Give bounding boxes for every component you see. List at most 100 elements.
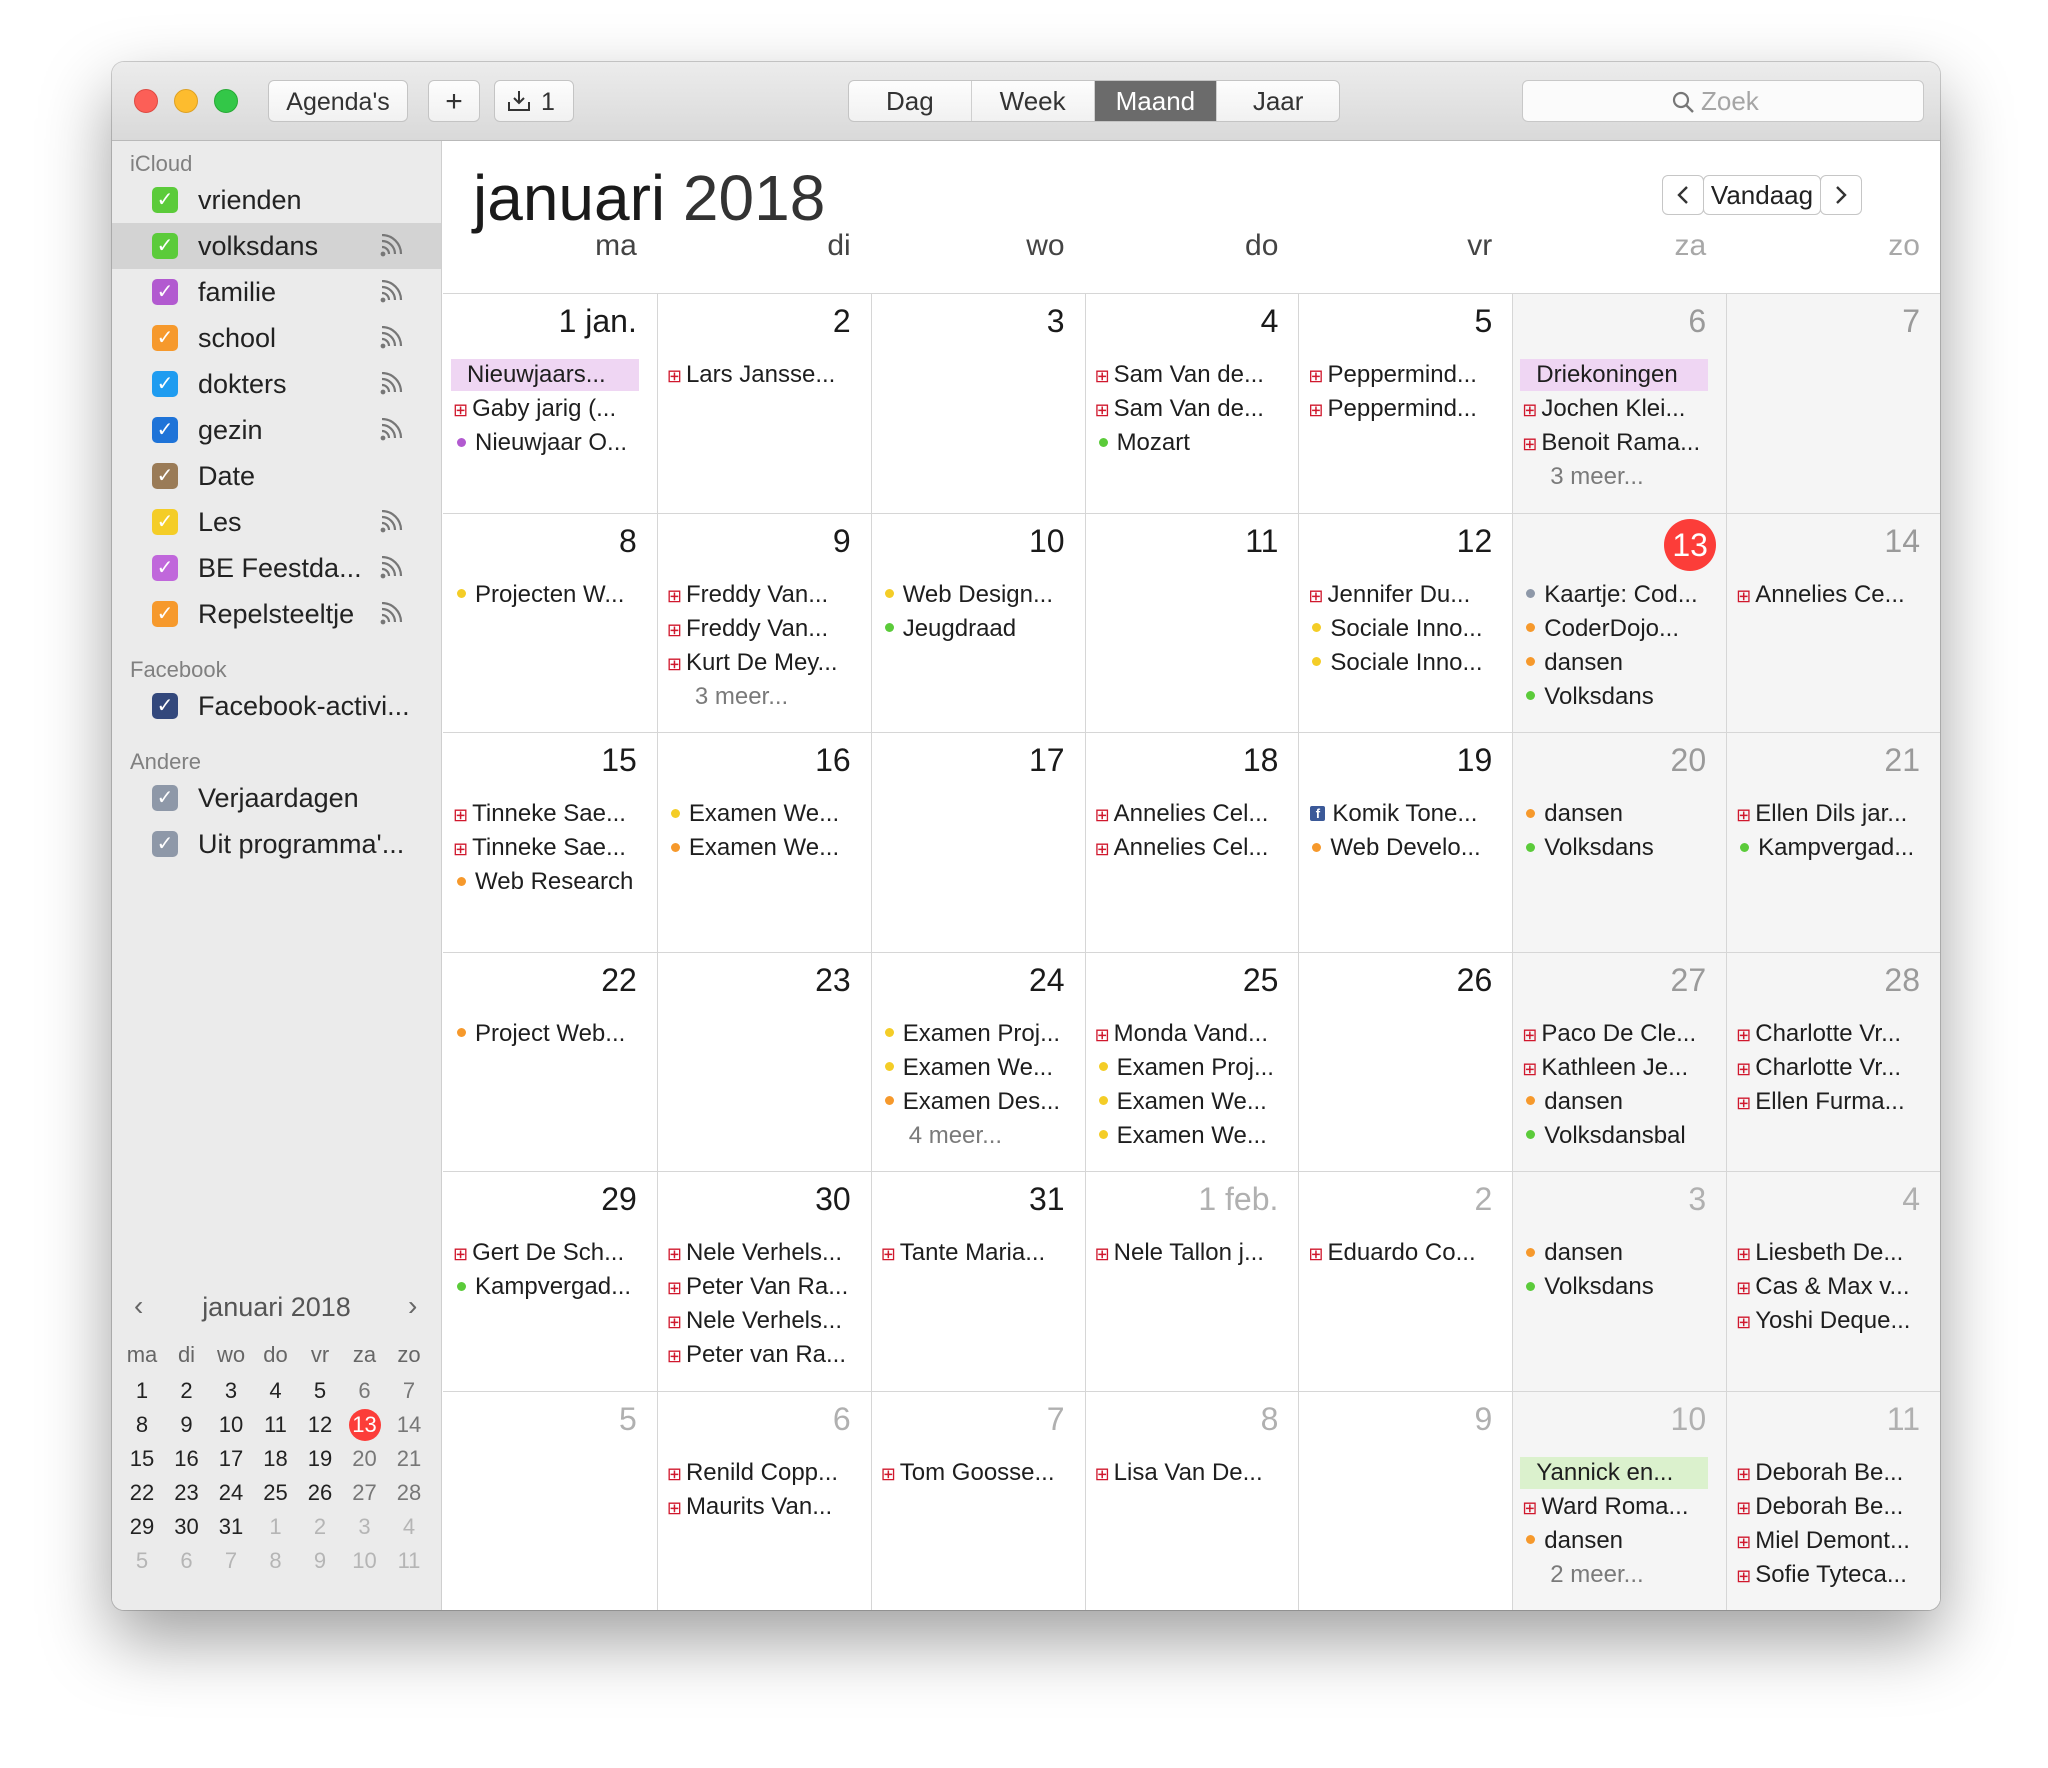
event-item[interactable]: ⊞ Sam Van de... [1095, 359, 1289, 391]
checkbox[interactable]: ✓ [152, 785, 178, 811]
mini-day[interactable]: 5 [120, 1546, 164, 1576]
close-button[interactable] [134, 89, 158, 113]
event-item[interactable]: ⊞ Lisa Van De... [1095, 1457, 1289, 1489]
event-item[interactable]: ⊞ Tante Maria... [881, 1237, 1075, 1269]
mini-day[interactable]: 19 [298, 1444, 342, 1474]
event-item[interactable]: Examen Proj... [1095, 1052, 1289, 1084]
mini-day[interactable]: 7 [209, 1546, 253, 1576]
event-item[interactable]: ⊞ Annelies Ce... [1736, 579, 1930, 611]
event-item[interactable]: ⊞ Sam Van de... [1095, 393, 1289, 425]
event-item[interactable]: dansen [1522, 647, 1716, 679]
day-cell[interactable]: 5 ⊞ Peppermind... ⊞ Peppermind... [1298, 293, 1512, 513]
event-item[interactable]: ⊞ Kurt De Mey... [667, 647, 861, 679]
event-item[interactable]: ⊞ Annelies Cel... [1095, 832, 1289, 864]
event-item[interactable]: ⊞ Eduardo Co... [1308, 1237, 1502, 1269]
event-item[interactable]: ⊞ Freddy Van... [667, 579, 861, 611]
zoom-button[interactable] [214, 89, 238, 113]
event-item[interactable]: ⊞ Nele Verhels... [667, 1305, 861, 1337]
day-cell[interactable]: 9 ⊞ Freddy Van... ⊞ Freddy Van... ⊞ Kurt De Me… [657, 513, 871, 733]
day-cell[interactable]: 19 f Komik Tone... Web Develo... [1298, 732, 1512, 952]
day-cell[interactable]: 21 ⊞ Ellen Dils jar... Kampvergad... [1726, 732, 1940, 952]
day-cell[interactable]: 26 [1298, 952, 1512, 1172]
event-item[interactable]: ⊞ Annelies Cel... [1095, 798, 1289, 830]
mini-day[interactable]: 14 [387, 1410, 431, 1440]
mini-day[interactable]: 15 [120, 1444, 164, 1474]
calendar-item[interactable]: ✓ school [112, 315, 441, 361]
checkbox[interactable]: ✓ [152, 233, 178, 259]
more-events-link[interactable]: 4 meer... [881, 1120, 1075, 1152]
event-item[interactable]: ⊞ Charlotte Vr... [1736, 1018, 1930, 1050]
mini-day[interactable]: 4 [387, 1512, 431, 1542]
day-cell[interactable]: 1 feb. ⊞ Nele Tallon j... [1085, 1171, 1299, 1391]
day-cell[interactable]: 28 ⊞ Charlotte Vr... ⊞ Charlotte Vr... ⊞ Ellen… [1726, 951, 1940, 1171]
event-item[interactable]: ⊞ Cas & Max v... [1736, 1271, 1930, 1303]
event-item[interactable]: ⊞ Yoshi Deque... [1736, 1305, 1930, 1337]
more-events-link[interactable]: 3 meer... [667, 681, 861, 713]
day-cell[interactable]: 13 Kaartje: Cod... CoderDojo... dansen Volks… [1512, 512, 1727, 732]
day-cell[interactable]: 4 ⊞ Liesbeth De... ⊞ Cas & Max v... ⊞ Yoshi De… [1726, 1171, 1940, 1391]
calendar-item[interactable]: ✓ Verjaardagen [112, 775, 441, 821]
checkbox[interactable]: ✓ [152, 325, 178, 351]
calendar-item[interactable]: ✓ Repelsteeltje [112, 591, 441, 637]
event-item[interactable]: Sociale Inno... [1308, 647, 1502, 679]
mini-day[interactable]: 8 [254, 1546, 298, 1576]
event-item[interactable]: Yannick en... [1520, 1456, 1709, 1489]
day-cell[interactable]: 17 [871, 732, 1085, 952]
mini-day[interactable]: 16 [165, 1444, 209, 1474]
mini-next-month-button[interactable]: › [408, 1290, 417, 1322]
day-cell[interactable]: 10 Yannick en... ⊞ Ward Roma... dansen 2 meer… [1512, 1390, 1727, 1610]
event-item[interactable]: ⊞ Peppermind... [1308, 359, 1502, 391]
day-cell[interactable]: 22 Project Web... [443, 952, 657, 1172]
checkbox[interactable]: ✓ [152, 371, 178, 397]
view-tab-maand[interactable]: Maand [1093, 81, 1217, 121]
event-item[interactable]: Examen We... [881, 1052, 1075, 1084]
day-cell[interactable]: 30 ⊞ Nele Verhels... ⊞ Peter Van Ra... ⊞ Nele … [657, 1171, 871, 1391]
event-item[interactable]: Projecten W... [453, 579, 647, 611]
mini-day[interactable]: 5 [298, 1376, 342, 1406]
mini-day[interactable]: 13 [348, 1409, 381, 1441]
day-cell[interactable]: 31 ⊞ Tante Maria... [871, 1171, 1085, 1391]
mini-day[interactable]: 10 [209, 1410, 253, 1440]
event-item[interactable]: Kaartje: Cod... [1522, 579, 1716, 611]
event-item[interactable]: dansen [1522, 1086, 1716, 1118]
event-item[interactable]: Kampvergad... [1736, 832, 1930, 864]
checkbox[interactable]: ✓ [152, 555, 178, 581]
mini-day[interactable]: 7 [387, 1376, 431, 1406]
day-cell[interactable]: 23 [657, 952, 871, 1172]
day-cell[interactable]: 3 [871, 293, 1085, 513]
mini-day[interactable]: 1 [120, 1376, 164, 1406]
event-item[interactable]: dansen [1522, 1237, 1716, 1269]
mini-day[interactable]: 10 [343, 1546, 387, 1576]
checkbox[interactable]: ✓ [152, 693, 178, 719]
day-cell[interactable]: 18 ⊞ Annelies Cel... ⊞ Annelies Cel... [1085, 732, 1299, 952]
mini-day[interactable]: 18 [254, 1444, 298, 1474]
event-item[interactable]: ⊞ Tinneke Sae... [453, 832, 647, 864]
view-tab-jaar[interactable]: Jaar [1216, 81, 1339, 121]
event-item[interactable]: Examen We... [667, 832, 861, 864]
calendar-item[interactable]: ✓ volksdans [112, 223, 441, 269]
checkbox[interactable]: ✓ [152, 831, 178, 857]
event-item[interactable]: ⊞ Sofie Tyteca... [1736, 1559, 1930, 1591]
inbox-button[interactable]: 1 [494, 80, 574, 122]
day-cell[interactable]: 15 ⊞ Tinneke Sae... ⊞ Tinneke Sae... Web Rese… [443, 732, 657, 952]
mini-day[interactable]: 6 [165, 1546, 209, 1576]
calendar-item[interactable]: ✓ dokters [112, 361, 441, 407]
event-item[interactable]: ⊞ Renild Copp... [667, 1457, 861, 1489]
event-item[interactable]: ⊞ Ward Roma... [1522, 1491, 1716, 1523]
mini-day[interactable]: 31 [209, 1512, 253, 1542]
checkbox[interactable]: ✓ [152, 509, 178, 535]
calendars-button[interactable]: Agenda's [268, 80, 408, 122]
day-cell[interactable]: 14 ⊞ Annelies Ce... [1726, 512, 1940, 732]
mini-day[interactable]: 2 [298, 1512, 342, 1542]
event-item[interactable]: ⊞ Jennifer Du... [1308, 579, 1502, 611]
event-item[interactable]: dansen [1522, 1525, 1716, 1557]
event-item[interactable]: f Komik Tone... [1308, 798, 1502, 830]
event-item[interactable]: Volksdans [1522, 832, 1716, 864]
mini-day[interactable]: 28 [387, 1478, 431, 1508]
event-item[interactable]: Examen We... [667, 798, 861, 830]
search-field[interactable]: Zoek [1522, 80, 1924, 122]
day-cell[interactable]: 11 [1085, 513, 1299, 733]
view-tab-week[interactable]: Week [970, 81, 1094, 121]
day-cell[interactable]: 8 Projecten W... [443, 513, 657, 733]
mini-day[interactable]: 6 [343, 1376, 387, 1406]
